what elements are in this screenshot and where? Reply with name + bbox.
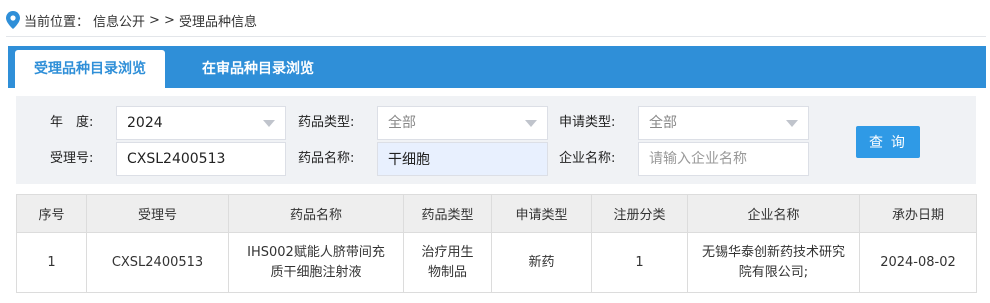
column-header: 药品类型	[403, 194, 492, 233]
column-header: 企业名称	[687, 194, 860, 233]
breadcrumb-link-info-public[interactable]: 信息公开	[93, 11, 145, 30]
column-header: 序号	[16, 194, 87, 233]
location-pin-icon	[6, 11, 20, 29]
cell-company: 无锡华泰创新药技术研究院有限公司;	[687, 232, 860, 293]
company-name-label: 企业名称:	[559, 151, 616, 166]
breadcrumb-prefix: 当前位置：	[24, 14, 90, 30]
cell-date: 2024-08-02	[859, 232, 977, 293]
chevron-down-icon	[525, 120, 537, 127]
application-type-label: 申请类型:	[559, 115, 616, 130]
drug-type-select[interactable]: 全部	[377, 106, 548, 140]
breadcrumb-separator: > >	[149, 12, 175, 28]
drug-type-select-value: 全部	[388, 115, 416, 131]
company-name-input[interactable]	[638, 142, 809, 176]
chevron-down-icon	[263, 120, 275, 127]
drug-name-label: 药品名称:	[298, 151, 355, 166]
acceptance-no-label: 受理号:	[50, 151, 94, 166]
table-header-row: 序号 受理号 药品名称 药品类型 申请类型 注册分类 企业名称 承办日期	[16, 194, 977, 233]
breadcrumb-current: 受理品种信息	[178, 14, 257, 30]
column-header: 受理号	[86, 194, 229, 233]
column-header: 承办日期	[859, 194, 977, 233]
cell-application-type: 新药	[491, 232, 592, 293]
drug-type-label: 药品类型:	[298, 115, 355, 130]
drug-name-input[interactable]	[377, 142, 548, 176]
year-select-value: 2024	[127, 115, 163, 131]
tab-accepted-catalog[interactable]: 受理品种目录浏览	[15, 50, 165, 88]
search-panel: 年 度: 2024 药品类型: 全部 申请类型: 全部 受理号: 药品名称: 企…	[16, 96, 976, 184]
application-type-select[interactable]: 全部	[638, 106, 809, 140]
results-table: 序号 受理号 药品名称 药品类型 申请类型 注册分类 企业名称 承办日期 1 C…	[16, 194, 977, 293]
cell-registration-class: 1	[591, 232, 688, 293]
column-header: 药品名称	[228, 194, 404, 233]
cell-drug-type: 治疗用生物制品	[403, 232, 492, 293]
year-select[interactable]: 2024	[116, 106, 286, 140]
header-divider	[6, 36, 986, 37]
acceptance-no-input[interactable]	[116, 142, 286, 176]
application-type-select-value: 全部	[649, 115, 677, 131]
tab-under-review-catalog[interactable]: 在审品种目录浏览	[178, 50, 338, 88]
column-header: 注册分类	[591, 194, 688, 233]
cell-acceptance-no: CXSL2400513	[86, 232, 229, 293]
tab-bar: 受理品种目录浏览 在审品种目录浏览	[8, 46, 986, 88]
breadcrumb: 当前位置： 信息公开 > > 受理品种信息	[6, 10, 257, 30]
query-button[interactable]: 查 询	[856, 126, 920, 158]
cell-drug-name: IHS002赋能人脐带间充质干细胞注射液	[228, 232, 404, 293]
chevron-down-icon	[786, 120, 798, 127]
year-label: 年 度:	[50, 115, 94, 130]
column-header: 申请类型	[491, 194, 592, 233]
table-row[interactable]: 1 CXSL2400513 IHS002赋能人脐带间充质干细胞注射液 治疗用生物…	[16, 232, 977, 293]
cell-index: 1	[16, 232, 87, 293]
